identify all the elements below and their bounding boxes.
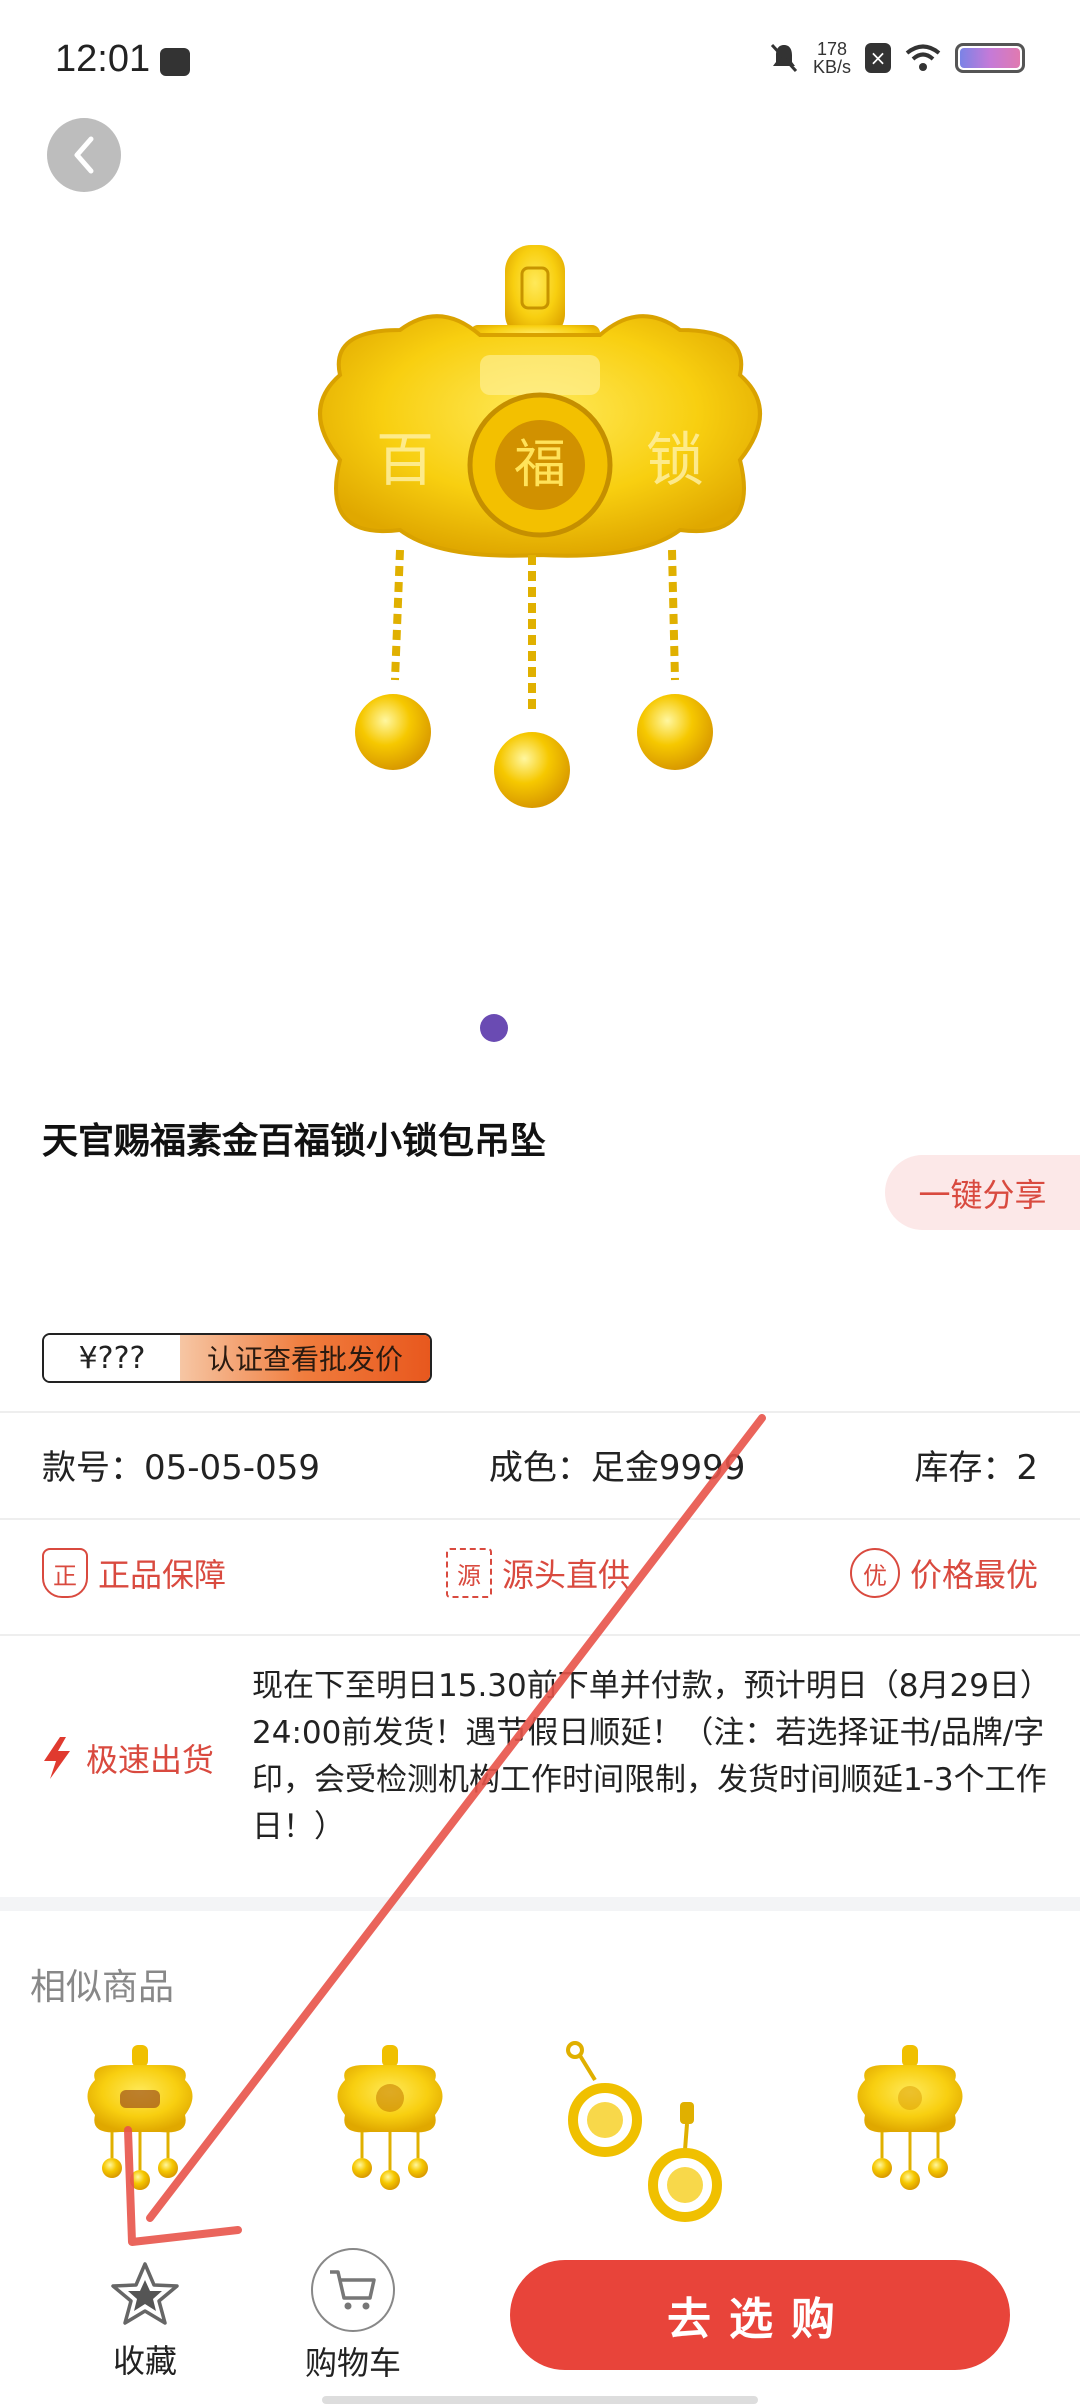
favorite-button[interactable]: 收藏 bbox=[100, 2260, 190, 2382]
close-notification-icon: × bbox=[865, 43, 891, 73]
status-icons: 178 KB/s × bbox=[769, 40, 1025, 76]
purity: 成色：足金9999 bbox=[488, 1448, 746, 1488]
cart-icon bbox=[330, 2270, 376, 2310]
product-title: 天官赐福素金百福锁小锁包吊坠 bbox=[42, 1121, 547, 1162]
model-number: 款号：05-05-059 bbox=[42, 1448, 320, 1488]
similar-products-list bbox=[0, 2040, 1080, 2230]
bell-muted-icon bbox=[770, 43, 798, 73]
shipping-label: 极速出货 bbox=[42, 1735, 214, 1781]
cart-icon-circle bbox=[311, 2248, 395, 2332]
guarantee-source-label: 源头直供 bbox=[501, 1556, 630, 1594]
similar-product-item[interactable] bbox=[820, 2040, 1000, 2230]
home-indicator bbox=[322, 2396, 758, 2404]
status-bar: 12:01 178 KB/s × bbox=[0, 0, 1080, 128]
battery-icon bbox=[955, 43, 1025, 73]
shipping-description: 现在下至明日15.30前下单并付款，预计明日（8月29日）24:00前发货！遇节… bbox=[252, 1668, 1051, 1845]
guarantee-row: 正 正品保障 源 源头直供 优 价格最优 bbox=[42, 1548, 1038, 1598]
carousel-indicator-dot bbox=[480, 1014, 508, 1042]
price-hidden: ¥??? bbox=[44, 1335, 180, 1381]
view-wholesale-price-button[interactable]: 认证查看批发价 bbox=[180, 1335, 430, 1381]
guarantee-best-price-label: 价格最优 bbox=[909, 1556, 1038, 1594]
stock-count: 库存：2 bbox=[914, 1448, 1038, 1488]
status-time: 12:01 bbox=[55, 38, 151, 80]
guarantee-source: 源 源头直供 bbox=[445, 1548, 630, 1598]
lightning-icon bbox=[44, 1737, 70, 1779]
best-price-icon: 优 bbox=[849, 1548, 900, 1598]
svg-text:锁: 锁 bbox=[646, 426, 704, 494]
bottom-action-bar: 收藏 购物车 去选购 bbox=[0, 2230, 1080, 2408]
guarantee-best-price: 优 价格最优 bbox=[849, 1548, 1038, 1598]
similar-products-title: 相似商品 bbox=[30, 1967, 175, 2008]
product-image[interactable]: 福 百 锁 bbox=[0, 210, 1080, 1030]
similar-product-item[interactable] bbox=[300, 2040, 480, 2230]
divider bbox=[0, 1518, 1080, 1520]
share-button[interactable]: 一键分享 bbox=[885, 1155, 1080, 1230]
back-button[interactable] bbox=[47, 118, 121, 192]
shipping-section: 极速出货 现在下至明日15.30前下单并付款，预计明日（8月29日）24:00前… bbox=[0, 1635, 1080, 1897]
net-speed: 178 KB/s bbox=[813, 40, 851, 76]
star-icon bbox=[111, 2262, 179, 2325]
guarantee-authentic: 正 正品保障 bbox=[42, 1548, 226, 1598]
cart-label: 购物车 bbox=[304, 2344, 401, 2382]
notification-icon bbox=[160, 48, 190, 76]
shield-icon: 正 bbox=[42, 1548, 88, 1598]
net-speed-unit: KB/s bbox=[812, 57, 851, 77]
section-separator bbox=[0, 1897, 1080, 1911]
back-icon bbox=[74, 136, 94, 174]
cart-button[interactable]: 购物车 bbox=[298, 2248, 408, 2384]
svg-text:福: 福 bbox=[514, 435, 566, 495]
wifi-icon bbox=[905, 44, 941, 71]
svg-text:百: 百 bbox=[376, 426, 434, 494]
shipping-label-text: 极速出货 bbox=[86, 1741, 215, 1779]
go-shopping-button[interactable]: 去选购 bbox=[510, 2260, 1010, 2370]
similar-product-item[interactable] bbox=[555, 2040, 735, 2230]
favorite-label: 收藏 bbox=[112, 2342, 177, 2380]
source-icon: 源 bbox=[445, 1548, 492, 1598]
spec-row: 款号：05-05-059 成色：足金9999 库存：2 bbox=[42, 1440, 1038, 1489]
divider bbox=[0, 1411, 1080, 1413]
guarantee-authentic-label: 正品保障 bbox=[98, 1556, 227, 1594]
similar-product-item[interactable] bbox=[50, 2040, 230, 2230]
price-tag[interactable]: ¥??? 认证查看批发价 bbox=[42, 1333, 432, 1383]
net-speed-value: 178 bbox=[816, 39, 848, 59]
